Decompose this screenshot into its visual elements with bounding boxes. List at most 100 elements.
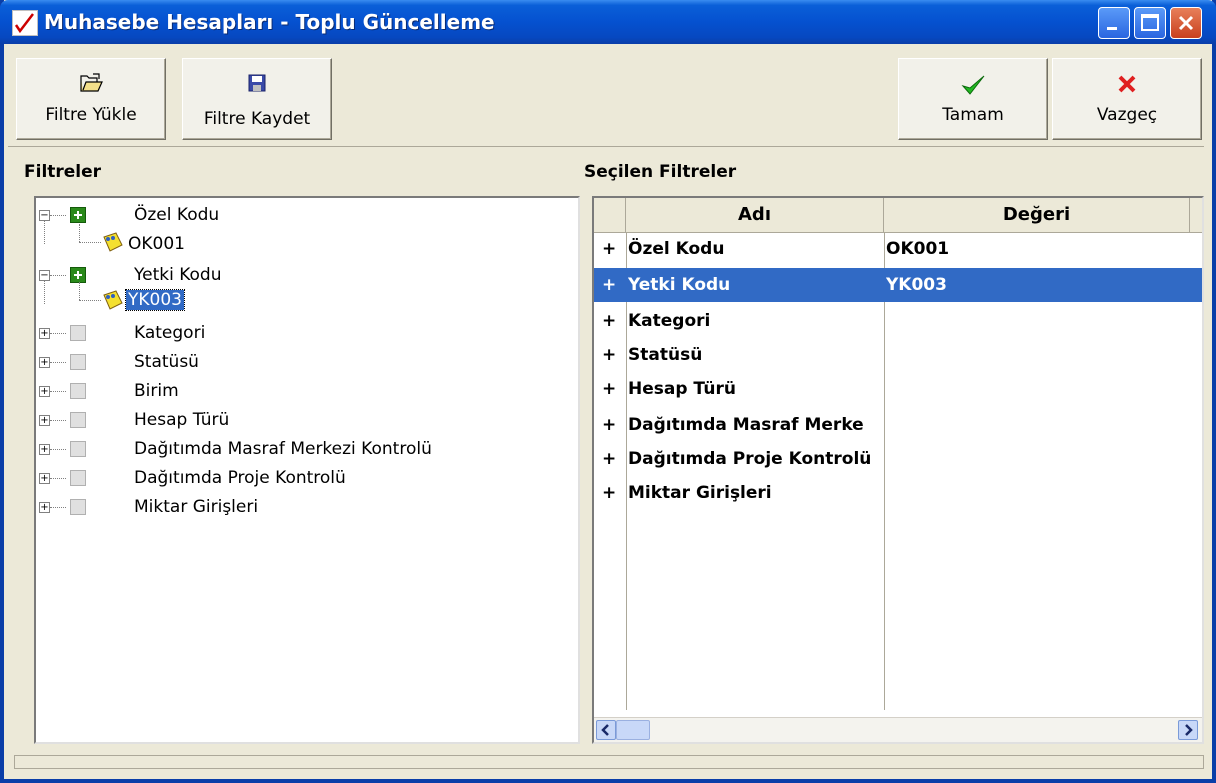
table-row[interactable]: + Miktar Girişleri — [594, 476, 1202, 510]
row-value — [886, 476, 1186, 510]
scroll-right-icon[interactable] — [1178, 720, 1198, 740]
title-bar[interactable]: Muhasebe Hesapları - Toplu Güncelleme — [0, 0, 1216, 44]
cross-icon — [1116, 73, 1138, 100]
tree-leaf-yk003[interactable]: YK003 — [36, 282, 576, 316]
row-value: OK001 — [886, 239, 950, 259]
column-header-value[interactable]: Değeri — [884, 198, 1190, 232]
table-row[interactable]: + Dağıtımda Masraf Merke — [594, 408, 1202, 442]
row-name: Kategori — [628, 311, 711, 331]
collapse-icon[interactable]: − — [39, 210, 50, 221]
unchecked-checkbox-icon[interactable] — [70, 354, 86, 370]
table-row[interactable]: + Hesap Türü — [594, 372, 1202, 406]
table-row[interactable]: + Statüsü — [594, 338, 1202, 372]
column-header-name[interactable]: Adı — [626, 198, 884, 232]
value-tag-icon — [103, 290, 123, 310]
minimize-button[interactable] — [1098, 7, 1130, 39]
row-name: Özel Kodu — [628, 239, 725, 259]
tree-node-label: Yetki Kodu — [134, 265, 222, 285]
row-expand-icon[interactable]: + — [602, 408, 624, 442]
expand-icon[interactable]: + — [39, 473, 50, 484]
selected-filters-grid[interactable]: Adı Değeri + Özel Kodu OK001 + Yetki Kod… — [592, 196, 1204, 744]
table-row[interactable]: + Kategori — [594, 304, 1202, 338]
row-value — [886, 304, 1186, 338]
row-name: Statüsü — [628, 345, 703, 365]
save-disk-icon — [247, 73, 267, 98]
row-name: Hesap Türü — [628, 379, 737, 399]
expand-icon[interactable]: + — [39, 415, 50, 426]
grid-indicator-header — [594, 198, 626, 232]
tree-node-masraf-merkezi[interactable]: + Dağıtımda Masraf Merkezi Kontrolü — [36, 434, 576, 462]
window-title: Muhasebe Hesapları - Toplu Güncelleme — [44, 10, 495, 34]
main-window: Muhasebe Hesapları - Toplu Güncelleme Fi… — [0, 0, 1216, 783]
row-expand-icon[interactable]: + — [602, 304, 624, 338]
status-bar — [14, 755, 1204, 769]
unchecked-checkbox-icon[interactable] — [70, 325, 86, 341]
scroll-thumb[interactable] — [616, 720, 650, 740]
tree-node-label: Miktar Girişleri — [134, 497, 259, 517]
tree-node-kategori[interactable]: + Kategori — [36, 318, 576, 346]
save-filter-button[interactable]: Filtre Kaydet — [182, 58, 332, 140]
row-expand-icon[interactable]: + — [602, 476, 624, 510]
row-expand-icon[interactable]: + — [602, 372, 624, 406]
row-value — [886, 442, 1186, 476]
unchecked-checkbox-icon[interactable] — [70, 499, 86, 515]
app-icon — [12, 10, 38, 36]
expand-icon[interactable]: + — [39, 444, 50, 455]
tree-node-birim[interactable]: + Birim — [36, 376, 576, 404]
table-row[interactable]: + Dağıtımda Proje Kontrolü — [594, 442, 1202, 476]
open-folder-icon — [79, 73, 103, 98]
tree-node-hesap-turu[interactable]: + Hesap Türü — [36, 405, 576, 433]
row-name: Dağıtımda Masraf Merke — [628, 415, 864, 435]
row-value — [886, 408, 1186, 442]
scroll-left-icon[interactable] — [596, 720, 616, 740]
row-value — [886, 372, 1186, 406]
tree-node-label: Birim — [134, 381, 179, 401]
ok-label: Tamam — [942, 105, 1004, 125]
tree-node-yetki-kodu[interactable]: − Yetki Kodu — [36, 260, 576, 288]
unchecked-checkbox-icon[interactable] — [70, 470, 86, 486]
expand-icon[interactable]: + — [39, 328, 50, 339]
row-name: Dağıtımda Proje Kontrolü — [628, 449, 872, 469]
filters-panel-title: Filtreler — [24, 162, 102, 182]
ok-button[interactable]: Tamam — [898, 58, 1048, 140]
horizontal-scrollbar[interactable] — [594, 717, 1202, 742]
unchecked-checkbox-icon[interactable] — [70, 383, 86, 399]
unchecked-checkbox-icon[interactable] — [70, 441, 86, 457]
unchecked-checkbox-icon[interactable] — [70, 412, 86, 428]
selected-filters-title: Seçilen Filtreler — [584, 162, 737, 182]
tree-node-miktar-girisleri[interactable]: + Miktar Girişleri — [36, 492, 576, 520]
save-filter-label: Filtre Kaydet — [203, 109, 311, 129]
tree-node-label: Özel Kodu — [134, 205, 220, 225]
row-name: Miktar Girişleri — [628, 483, 772, 503]
tree-leaf-label: OK001 — [128, 234, 185, 254]
tree-node-label: Dağıtımda Masraf Merkezi Kontrolü — [134, 439, 432, 459]
row-value: YK003 — [886, 275, 947, 295]
tree-node-label: Hesap Türü — [134, 410, 230, 430]
row-expand-icon[interactable]: + — [602, 268, 624, 302]
row-expand-icon[interactable]: + — [602, 442, 624, 476]
maximize-button[interactable] — [1134, 7, 1166, 39]
checkmark-icon — [960, 73, 986, 102]
checked-checkbox-icon[interactable] — [70, 207, 86, 223]
tree-node-label: Statüsü — [134, 352, 199, 372]
tree-leaf-ok001[interactable]: OK001 — [36, 224, 576, 258]
cancel-label: Vazgeç — [1096, 105, 1158, 125]
collapse-icon[interactable]: − — [39, 270, 50, 281]
row-expand-icon[interactable]: + — [602, 232, 624, 266]
expand-icon[interactable]: + — [39, 502, 50, 513]
row-name: Yetki Kodu — [628, 275, 731, 295]
load-filter-button[interactable]: Filtre Yükle — [16, 58, 166, 140]
filters-tree[interactable]: − Özel Kodu OK001 − Yetki Kodu YK003 + K… — [34, 196, 580, 744]
tree-node-proje-kontrolu[interactable]: + Dağıtımda Proje Kontrolü — [36, 463, 576, 491]
tree-node-ozel-kodu[interactable]: − Özel Kodu — [36, 200, 576, 228]
table-row[interactable]: + Özel Kodu OK001 — [594, 232, 1202, 266]
load-filter-label: Filtre Yükle — [45, 105, 137, 125]
cancel-button[interactable]: Vazgeç — [1052, 58, 1202, 140]
close-button[interactable] — [1170, 7, 1202, 39]
expand-icon[interactable]: + — [39, 357, 50, 368]
expand-icon[interactable]: + — [39, 386, 50, 397]
table-row-selected[interactable]: + Yetki Kodu YK003 — [594, 268, 1202, 302]
checked-checkbox-icon[interactable] — [70, 267, 86, 283]
row-expand-icon[interactable]: + — [602, 338, 624, 372]
tree-node-statusu[interactable]: + Statüsü — [36, 347, 576, 375]
